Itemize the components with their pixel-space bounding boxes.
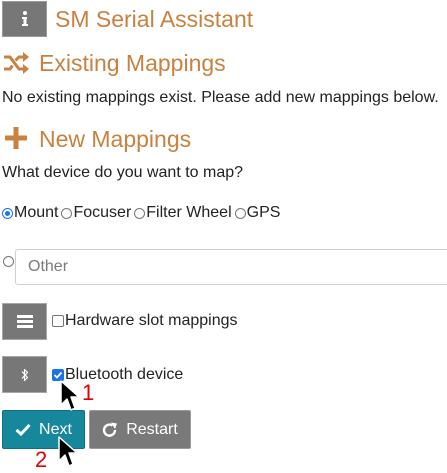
radio-mount-label: Mount xyxy=(14,204,59,221)
cursor-icon xyxy=(60,380,80,411)
radio-filter-wheel[interactable]: Filter Wheel xyxy=(134,204,232,222)
radio-gps[interactable]: GPS xyxy=(234,204,281,222)
app-title: SM Serial Assistant xyxy=(55,6,254,32)
check-icon xyxy=(15,423,31,436)
radio-focuser[interactable]: Focuser xyxy=(61,204,131,222)
new-mappings-heading: New Mappings xyxy=(39,126,192,152)
radio-other-button[interactable] xyxy=(3,256,14,267)
hardware-slot-option[interactable]: Hardware slot mappings xyxy=(52,311,238,331)
shuffle-icon xyxy=(2,49,30,77)
other-device-input[interactable]: Other xyxy=(15,249,447,285)
redo-icon xyxy=(103,422,118,437)
radio-gps-label: GPS xyxy=(246,204,281,221)
hardware-slot-label: Hardware slot mappings xyxy=(65,312,238,329)
cursor-icon xyxy=(58,436,78,467)
radio-mount-button[interactable] xyxy=(2,207,13,219)
restart-button[interactable]: Restart xyxy=(89,410,191,449)
info-button[interactable] xyxy=(2,1,47,37)
bluetooth-tile xyxy=(2,356,47,393)
list-icon xyxy=(16,315,33,328)
radio-focuser-button[interactable] xyxy=(61,207,73,219)
hardware-slot-tile xyxy=(2,303,47,340)
info-icon xyxy=(21,11,28,26)
radio-mount[interactable]: Mount xyxy=(2,204,58,222)
hardware-slot-checkbox[interactable] xyxy=(52,315,64,327)
step-marker-2: 2 xyxy=(35,447,48,472)
radio-filter-wheel-button[interactable] xyxy=(134,207,146,219)
radio-filter-wheel-label: Filter Wheel xyxy=(146,204,232,221)
no-mappings-message: No existing mappings exist. Please add n… xyxy=(2,89,439,106)
radio-focuser-label: Focuser xyxy=(73,204,132,221)
device-radio-group: Mount Focuser Filter Wheel GPS xyxy=(2,203,283,223)
step-marker-1: 1 xyxy=(82,380,95,405)
existing-mappings-heading: Existing Mappings xyxy=(39,50,226,76)
radio-gps-button[interactable] xyxy=(234,207,246,219)
bluetooth-icon xyxy=(21,368,28,381)
restart-button-label: Restart xyxy=(126,420,178,438)
plus-icon xyxy=(2,124,30,152)
device-question: What device do you want to map? xyxy=(2,164,244,181)
